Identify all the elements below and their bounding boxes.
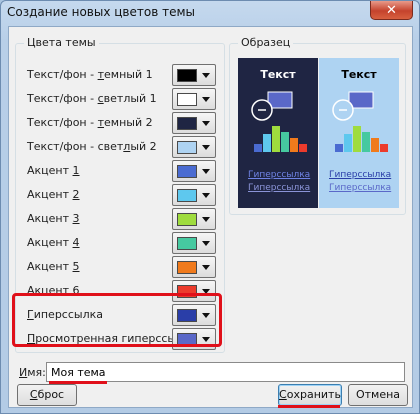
color-swatch <box>177 165 197 178</box>
color-row-label: Акцент 5 <box>27 260 80 273</box>
color-row-label-accel: 1 <box>72 164 80 177</box>
color-row-label-accel: 4 <box>72 236 80 249</box>
color-row: Акцент 1 <box>26 160 216 182</box>
color-row: Акцент 5 <box>26 256 216 278</box>
save-button-label: охранить <box>286 388 341 401</box>
color-row-label: Текст/фон - темный 2 <box>27 116 153 129</box>
color-row: Текст/фон - темный 2 <box>26 112 216 134</box>
preview-light-chart <box>332 91 388 152</box>
dropdown-arrow-icon <box>202 217 210 222</box>
preview-light-visited-link: Гиперссылка <box>329 183 392 193</box>
color-row-label: Акцент 3 <box>27 212 80 225</box>
color-row-label-pre: Акцент <box>27 212 73 225</box>
dropdown-arrow-icon <box>202 97 210 102</box>
color-picker-button[interactable] <box>172 88 216 110</box>
color-row-label-accel: 2 <box>72 188 80 201</box>
color-row-label-post: емный 1 <box>104 68 153 81</box>
color-row-label-post: емный 2 <box>104 116 153 129</box>
close-icon: ✕ <box>386 2 397 18</box>
save-highlight-underline <box>278 405 340 408</box>
color-row-label-pre: Акцент <box>27 164 73 177</box>
color-swatch <box>177 261 197 274</box>
color-row: Текст/фон - светлый 2 <box>26 136 216 158</box>
sample-group: Образец Текст Гиперссылка Гиперссылка Те… <box>229 36 406 215</box>
color-row: Текст/фон - темный 1 <box>26 64 216 86</box>
color-row-label: Текст/фон - светлый 1 <box>27 92 157 105</box>
color-swatch <box>177 69 197 82</box>
name-input[interactable] <box>46 362 405 382</box>
color-picker-button[interactable] <box>172 64 216 86</box>
color-picker-button[interactable] <box>172 232 216 254</box>
reset-button[interactable]: Сброс <box>17 384 77 406</box>
theme-colors-legend: Цвета темы <box>24 36 99 49</box>
dropdown-arrow-icon <box>202 121 210 126</box>
sample-legend: Образец <box>238 36 294 49</box>
color-picker-button[interactable] <box>172 184 216 206</box>
color-row-label-accel: 3 <box>72 212 80 225</box>
color-row-label: Акцент 2 <box>27 188 80 201</box>
color-picker-button[interactable] <box>172 136 216 158</box>
color-row-label-post: ый 2 <box>130 140 157 153</box>
cancel-button-label: Отмена <box>355 388 401 401</box>
name-label-accel: И <box>19 366 28 379</box>
color-row-label-pre: Текст/фон - <box>27 92 98 105</box>
dropdown-arrow-icon <box>202 265 210 270</box>
color-row-label-accel: 5 <box>72 260 80 273</box>
color-swatch <box>177 117 197 130</box>
color-row: Акцент 4 <box>26 232 216 254</box>
color-row-label: Акцент 4 <box>27 236 80 249</box>
window-title: Создание новых цветов темы <box>7 5 195 19</box>
close-button[interactable]: ✕ <box>370 1 413 20</box>
preview-light-panel: Текст Гиперссылка Гиперссылка <box>319 58 399 208</box>
color-row-label-pre: Текст/фон - свет <box>27 140 124 153</box>
preview-light-link: Гиперссылка <box>329 170 392 180</box>
color-row-label-pre: Текст/фон - <box>27 68 98 81</box>
preview-dark-link: Гиперссылка <box>248 170 311 180</box>
color-picker-button[interactable] <box>172 208 216 230</box>
dropdown-arrow-icon <box>202 145 210 150</box>
reset-button-label: брос <box>37 388 65 401</box>
color-row: Акцент 2 <box>26 184 216 206</box>
color-row-label-pre: Акцент <box>27 236 73 249</box>
sample-preview: Текст Гиперссылка Гиперссылка Текст Гипе… <box>238 58 399 208</box>
name-label-text: мя: <box>27 366 46 379</box>
preview-dark-title: Текст <box>260 68 296 81</box>
color-swatch <box>177 189 197 202</box>
dialog-window: Создание новых цветов темы ✕ Цвета темы … <box>0 0 420 414</box>
color-row-label-pre: Акцент <box>27 260 73 273</box>
preview-light-title: Текст <box>341 68 377 81</box>
title-bar[interactable]: Создание новых цветов темы ✕ <box>1 1 419 25</box>
dropdown-arrow-icon <box>202 193 210 198</box>
color-picker-button[interactable] <box>172 256 216 278</box>
dropdown-arrow-icon <box>202 169 210 174</box>
color-row-label: Текст/фон - светлый 2 <box>27 140 157 153</box>
preview-dark-panel: Текст Гиперссылка Гиперссылка <box>238 58 318 208</box>
color-row-label-pre: Текст/фон - <box>27 116 98 129</box>
color-picker-button[interactable] <box>172 112 216 134</box>
cancel-button[interactable]: Отмена <box>348 384 408 406</box>
save-button-accel: С <box>279 388 287 401</box>
color-swatch <box>177 141 197 154</box>
hyperlink-highlight-frame <box>12 293 222 347</box>
name-label: Имя: <box>19 366 46 379</box>
color-row: Акцент 3 <box>26 208 216 230</box>
reset-button-accel: С <box>29 388 38 401</box>
color-row-label-pre: Акцент <box>27 188 73 201</box>
dropdown-arrow-icon <box>202 73 210 78</box>
color-row-label: Акцент 1 <box>27 164 80 177</box>
color-picker-button[interactable] <box>172 160 216 182</box>
color-swatch <box>177 237 197 250</box>
preview-dark-visited-link: Гиперссылка <box>248 183 311 193</box>
dropdown-arrow-icon <box>202 241 210 246</box>
color-row-label-post: ветлый 1 <box>103 92 157 105</box>
color-row-label: Текст/фон - темный 1 <box>27 68 153 81</box>
color-swatch <box>177 93 197 106</box>
save-button[interactable]: Сохранить <box>278 384 342 406</box>
color-swatch <box>177 213 197 226</box>
dialog-client: Цвета темы Текст/фон - темный 1 Текст/фон… <box>8 26 413 408</box>
preview-dark-chart <box>251 91 307 152</box>
color-row: Текст/фон - светлый 1 <box>26 88 216 110</box>
